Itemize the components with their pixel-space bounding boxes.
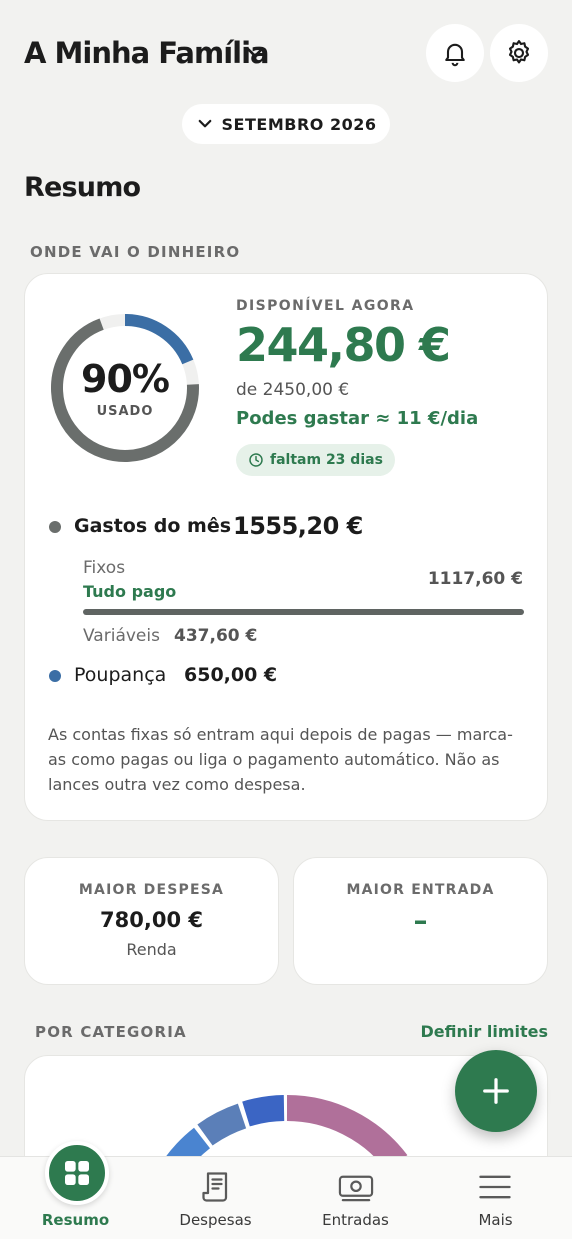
variable-label: Variáveis	[83, 626, 160, 646]
nav-item-mais[interactable]: Mais	[424, 1157, 567, 1239]
chevron-down-icon[interactable]	[243, 40, 267, 64]
fixed-amount: 1117,60 €	[427, 569, 523, 589]
month-selector[interactable]: SETEMBRO 2026	[182, 104, 390, 144]
nav-label-entradas: Entradas	[322, 1211, 389, 1229]
settings-button[interactable]	[490, 24, 548, 82]
max-expense-amount: 780,00 €	[100, 908, 203, 932]
fixed-status: Tudo pago	[83, 582, 177, 601]
nav-label-despesas: Despesas	[179, 1211, 252, 1229]
categories-caption: POR CATEGORIA	[35, 1023, 187, 1041]
nav-label-resumo: Resumo	[41, 1211, 110, 1229]
set-limits-link[interactable]: Definir limites	[421, 1022, 548, 1041]
max-income-card[interactable]: MAIOR ENTRADA –	[293, 857, 548, 985]
days-left-badge: faltam 23 dias	[236, 444, 395, 476]
category-arc	[286, 1095, 408, 1172]
max-expense-card[interactable]: MAIOR DESPESA 780,00 € Renda	[24, 857, 279, 985]
category-arc	[242, 1095, 285, 1127]
bell-icon	[445, 43, 465, 67]
banknote-icon	[338, 1175, 374, 1202]
available-amount: 244,80 €	[236, 318, 451, 372]
gear-icon	[508, 40, 530, 64]
app-header: A Minha Família	[0, 0, 572, 100]
savings-amount: 650,00 €	[184, 664, 278, 686]
nav-item-entradas[interactable]: Entradas	[284, 1157, 427, 1239]
bottom-nav: Resumo Despesas Entradas Mais	[0, 1141, 572, 1239]
spending-amount: 1555,20 €	[233, 512, 363, 540]
section-caption: ONDE VAI O DINHEIRO	[30, 243, 241, 261]
receipt-icon	[202, 1172, 228, 1202]
savings-dot	[49, 670, 61, 682]
max-expense-category: Renda	[126, 940, 177, 959]
usage-percent: 90%	[81, 357, 170, 401]
chevron-down-icon	[198, 119, 211, 128]
nav-item-resumo[interactable]: Resumo	[4, 1141, 147, 1239]
available-total: de 2450,00 €	[236, 380, 350, 400]
grid-icon	[45, 1141, 109, 1205]
page-title: Resumo	[24, 172, 141, 203]
daily-allowance: Podes gastar ≈ 11 €/dia	[236, 408, 479, 429]
max-income-value: –	[413, 904, 428, 937]
max-expense-label: MAIOR DESPESA	[78, 882, 225, 898]
nav-item-despesas[interactable]: Despesas	[144, 1157, 287, 1239]
max-income-label: MAIOR ENTRADA	[346, 882, 495, 898]
fixed-bills-note: As contas fixas só entram aqui depois de…	[48, 725, 513, 794]
menu-icon	[479, 1175, 511, 1199]
notifications-button[interactable]	[426, 24, 484, 82]
clock-icon	[249, 453, 263, 467]
month-label: SETEMBRO 2026	[221, 114, 377, 134]
available-label: DISPONÍVEL AGORA	[236, 298, 415, 314]
add-button[interactable]	[455, 1050, 537, 1132]
usage-caption: USADO	[96, 404, 154, 419]
spending-label: Gastos do mês	[74, 515, 232, 537]
days-left-text: faltam 23 dias	[270, 452, 383, 468]
plus-icon	[483, 1078, 509, 1104]
savings-label: Poupança	[74, 664, 167, 686]
fixed-progress-bar	[83, 609, 524, 615]
variable-amount: 437,60 €	[174, 626, 258, 646]
nav-label-mais: Mais	[478, 1211, 513, 1229]
fixed-label: Fixos	[83, 558, 126, 578]
category-arc	[197, 1103, 247, 1146]
spending-dot	[49, 521, 61, 533]
family-title[interactable]: A Minha Família	[24, 36, 270, 70]
